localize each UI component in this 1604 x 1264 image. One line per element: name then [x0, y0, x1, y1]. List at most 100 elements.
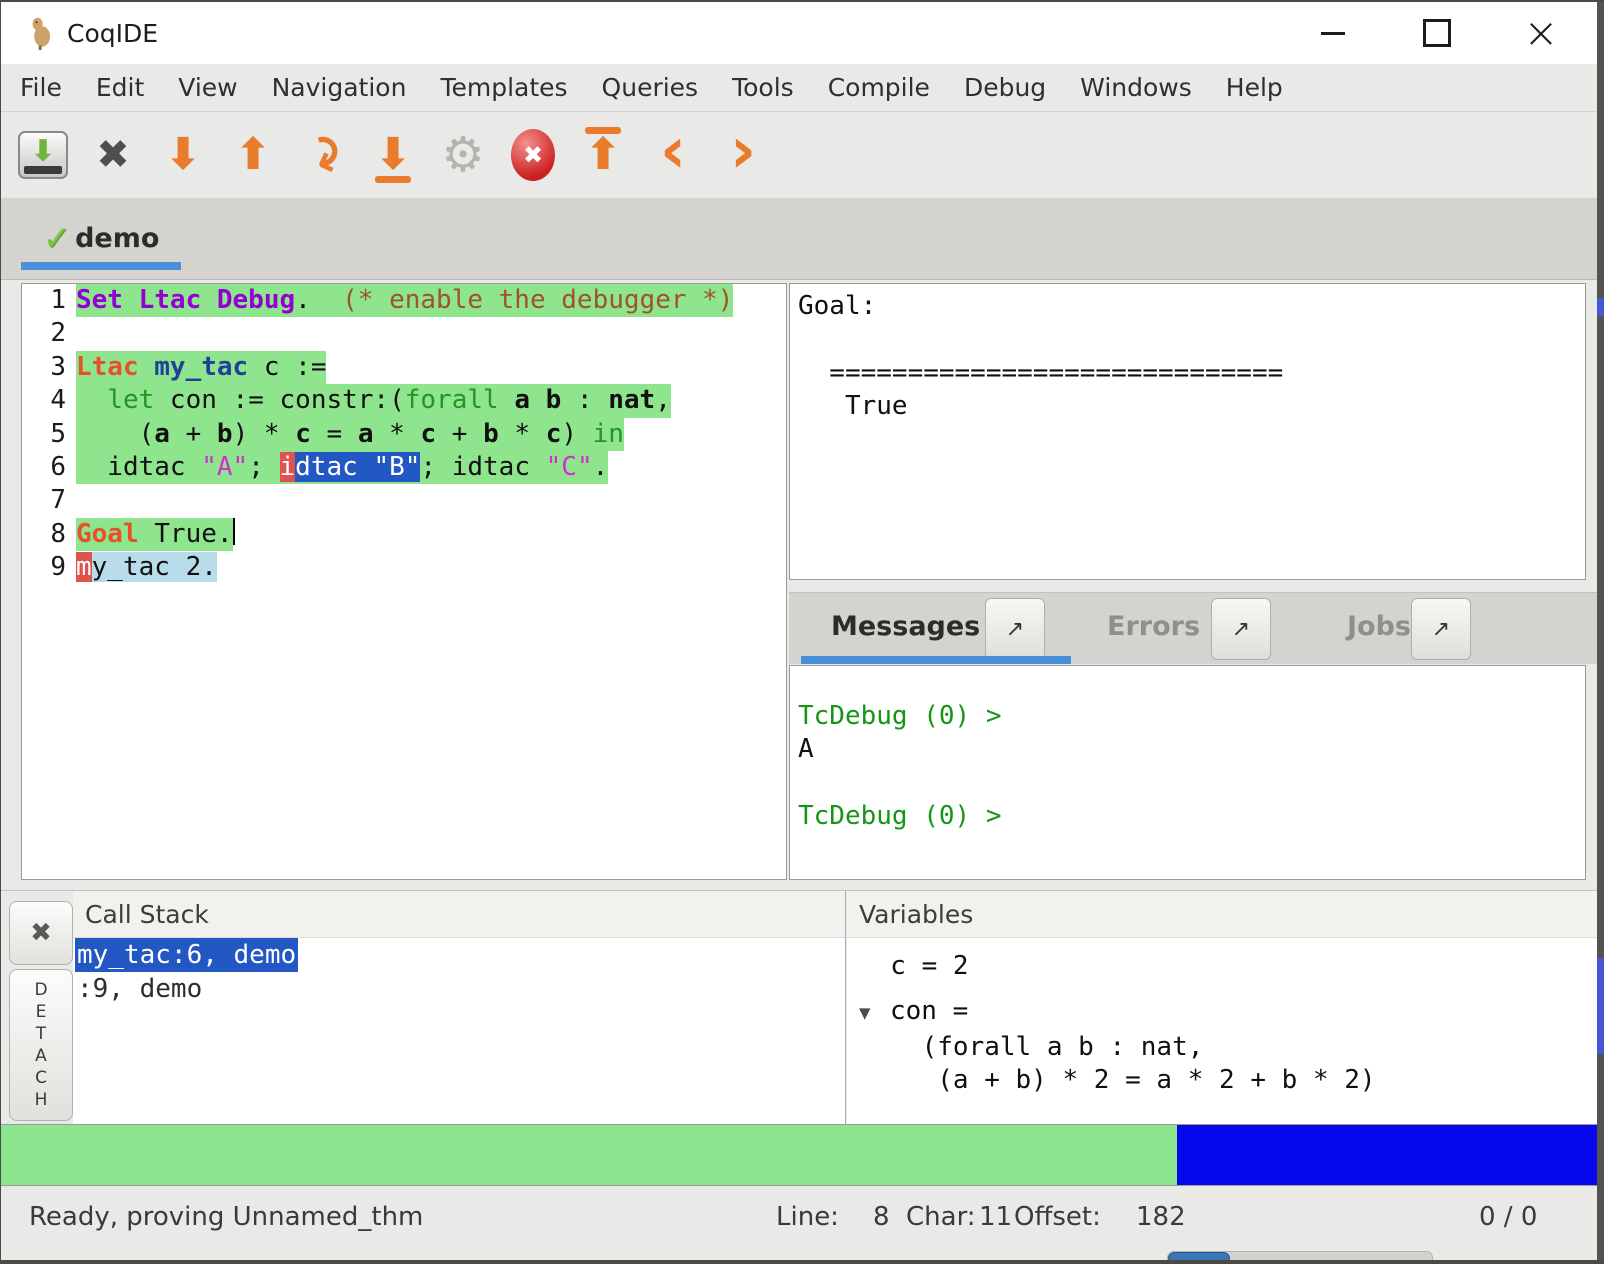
menu-item-compile[interactable]: Compile [811, 73, 947, 102]
arrow-to-bottom-icon: ⬇ [375, 133, 412, 177]
code-token: b [483, 419, 499, 449]
line-value: 8 [873, 1202, 890, 1232]
fully-check-button[interactable]: ⚙ [435, 121, 491, 189]
detach-icon: ↗ [1232, 617, 1250, 642]
edge-scroll-mark [1597, 958, 1604, 1054]
detach-icon: ↗ [1006, 617, 1024, 642]
errors-detach-button[interactable]: ↗ [1211, 598, 1271, 660]
call-stack-frame[interactable]: my_tac:6, demo [73, 938, 845, 972]
status-bar: Ready, proving Unnamed_thm Line: 8 Char:… [1, 1186, 1604, 1250]
code-token: a [154, 419, 170, 449]
code-token: ) * [233, 419, 296, 449]
chevron-right-icon: › [730, 119, 756, 183]
toolbar: ⬇✖⬇⬆↷⬇⚙✖⬆‹› [1, 112, 1604, 198]
code-text: (a + b) * c = a * c + b * c) in [76, 418, 624, 451]
tab-errors[interactable]: Errors [1107, 611, 1200, 642]
window-bottom-edge [1, 1260, 1604, 1264]
coqide-logo-icon [27, 16, 55, 50]
interrupt-button[interactable]: ✖ [505, 121, 561, 189]
code-token: ; idtac [420, 452, 545, 482]
run-to-cursor-button[interactable]: ↷ [295, 121, 351, 189]
backward-one-button[interactable]: ⬆ [225, 121, 281, 189]
call-stack-panel: Call Stack my_tac:6, demo:9, demo [73, 891, 846, 1125]
code-token [76, 385, 107, 415]
menu-item-navigation[interactable]: Navigation [255, 73, 424, 102]
window-right-edge [1597, 2, 1604, 1264]
menu-item-file[interactable]: File [3, 73, 79, 102]
code-line-1[interactable]: 1Set Ltac Debug. (* enable the debugger … [22, 284, 786, 317]
menu-item-debug[interactable]: Debug [947, 73, 1063, 102]
text-cursor [233, 518, 235, 545]
code-token: a [358, 419, 374, 449]
code-token: : [561, 385, 608, 415]
code-line-4[interactable]: 4 let con := constr:(forall a b : nat, [22, 384, 786, 417]
line-number: 1 [22, 284, 76, 317]
code-token: + [436, 419, 483, 449]
menu-item-view[interactable]: View [161, 73, 254, 102]
variable-entry[interactable]: ▼con = [847, 995, 1598, 1030]
code-token: = [311, 419, 358, 449]
code-token: + [170, 419, 217, 449]
code-text: Goal True. [76, 518, 233, 551]
variables-panel: Variables c = 2▼con = (forall a b : nat,… [847, 891, 1598, 1125]
progress-done-segment [1, 1125, 1177, 1185]
messages-detach-button[interactable]: ↗ [985, 598, 1045, 660]
tab-messages[interactable]: Messages [831, 611, 980, 642]
detach-debugger-button[interactable]: D E T A C H [9, 969, 73, 1121]
code-line-8[interactable]: 8Goal True. [22, 518, 786, 551]
detach-button-label: D E T A C H [34, 979, 47, 1111]
triangle-down-icon[interactable]: ▼ [859, 997, 890, 1030]
active-message-tab-indicator [801, 656, 1071, 664]
save-button[interactable]: ⬇ [15, 121, 71, 189]
status-message: Ready, proving Unnamed_thm [29, 1202, 423, 1232]
arrow-curve-down-icon: ↷ [295, 129, 351, 181]
menu-item-help[interactable]: Help [1209, 73, 1300, 102]
code-token: m [76, 552, 92, 582]
previous-button[interactable]: ‹ [645, 121, 701, 189]
line-number: 5 [22, 418, 76, 451]
code-line-3[interactable]: 3Ltac my_tac c := [22, 351, 786, 384]
title-bar: CoqIDE × [1, 2, 1604, 64]
code-token: Set Ltac Debug [76, 285, 295, 315]
next-button[interactable]: › [715, 121, 771, 189]
call-stack-header: Call Stack [73, 891, 845, 938]
code-line-7[interactable]: 7 [22, 484, 786, 517]
code-token: ) [561, 419, 592, 449]
messages-panel: TcDebug (0) >A TcDebug (0) > [789, 665, 1586, 880]
call-stack-title: Call Stack [85, 900, 209, 929]
minimize-button[interactable] [1310, 10, 1356, 56]
code-line-9[interactable]: 9my_tac 2. [22, 551, 786, 584]
forward-one-button[interactable]: ⬇ [155, 121, 211, 189]
code-token: c [546, 419, 562, 449]
call-stack-frame[interactable]: :9, demo [73, 972, 845, 1006]
close-x-icon: ✖ [96, 135, 130, 175]
menu-item-tools[interactable]: Tools [715, 73, 811, 102]
code-token: let [107, 385, 154, 415]
menu-bar: FileEditViewNavigationTemplatesQueriesTo… [1, 64, 1604, 112]
window-title: CoqIDE [67, 19, 158, 48]
line-number: 3 [22, 351, 76, 384]
code-line-2[interactable]: 2 [22, 317, 786, 350]
code-line-6[interactable]: 6 idtac "A"; idtac "B"; idtac "C". [22, 451, 786, 484]
code-token: . [593, 452, 609, 482]
close-debugger-button[interactable]: ✖ [9, 901, 73, 965]
close-window-button[interactable]: × [1518, 10, 1564, 56]
restart-button[interactable]: ⬆ [575, 121, 631, 189]
menu-item-windows[interactable]: Windows [1063, 73, 1209, 102]
menu-item-queries[interactable]: Queries [585, 73, 716, 102]
code-token: "A" [201, 452, 248, 482]
run-to-end-button[interactable]: ⬇ [365, 121, 421, 189]
menu-item-templates[interactable]: Templates [423, 73, 584, 102]
jobs-detach-button[interactable]: ↗ [1411, 598, 1471, 660]
tab-jobs[interactable]: Jobs [1347, 611, 1411, 642]
code-token: forall [405, 385, 499, 415]
maximize-button[interactable] [1414, 10, 1460, 56]
script-editor[interactable]: 1Set Ltac Debug. (* enable the debugger … [21, 283, 787, 880]
line-number: 8 [22, 518, 76, 551]
code-line-5[interactable]: 5 (a + b) * c = a * c + b * c) in [22, 418, 786, 451]
close-button[interactable]: ✖ [85, 121, 141, 189]
arrow-to-top-icon: ⬆ [585, 133, 622, 177]
code-token: dtac "B" [295, 452, 420, 482]
menu-item-edit[interactable]: Edit [79, 73, 161, 102]
code-token: , [655, 385, 671, 415]
